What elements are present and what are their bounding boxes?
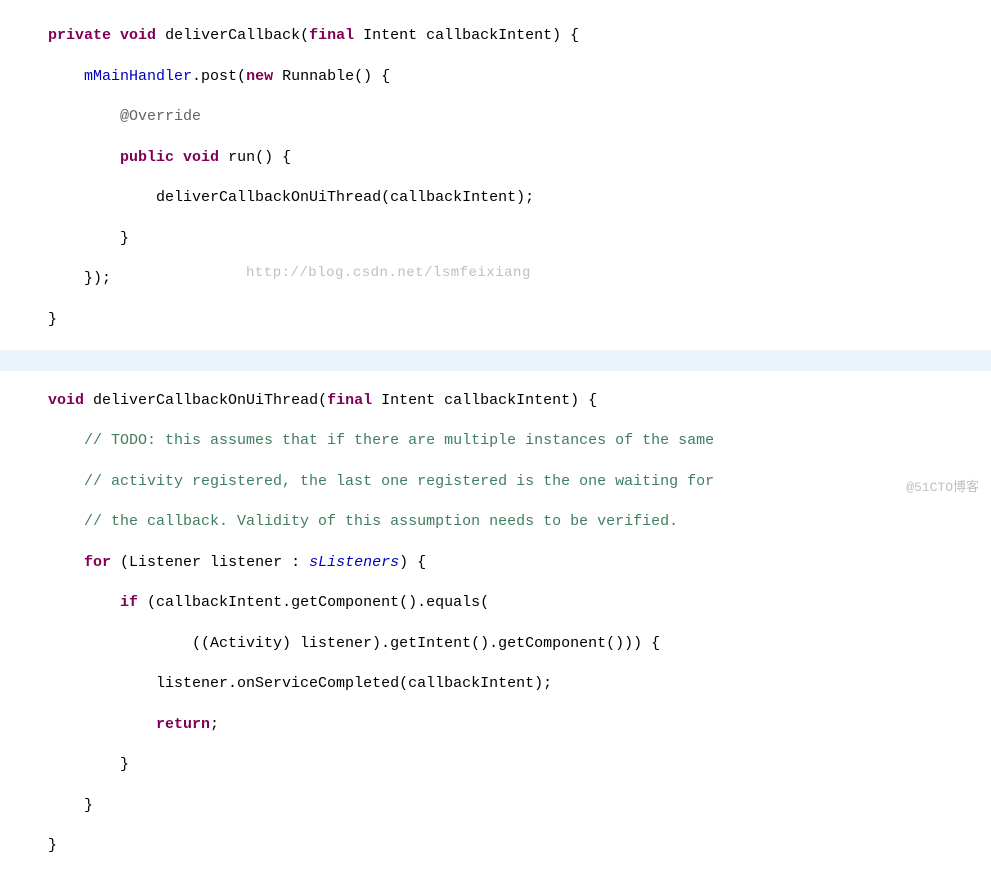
- paren: () {: [354, 68, 390, 85]
- param: callbackIntent) {: [426, 27, 579, 44]
- code-line: // TODO: this assumes that if there are …: [48, 431, 991, 451]
- code-block: void deliverCallbackOnUiThread(final Int…: [0, 371, 991, 877]
- code-line: @Override: [48, 107, 991, 127]
- brace: });: [84, 270, 111, 287]
- code-line: ((Activity) listener).getIntent().getCom…: [48, 634, 991, 654]
- code-line: void deliverCallbackOnUiThread(final Int…: [48, 391, 991, 411]
- blank-line: [48, 350, 991, 370]
- comment: // the callback. Validity of this assump…: [84, 513, 678, 530]
- highlighted-separator: [0, 350, 991, 370]
- keyword-new: new: [246, 68, 273, 85]
- stmt: listener.onServiceCompleted(callbackInte…: [156, 675, 552, 692]
- for-decl: (Listener listener :: [120, 554, 309, 571]
- brace: }: [120, 230, 129, 247]
- field: mMainHandler: [84, 68, 192, 85]
- cond: (callbackIntent.getComponent().equals(: [147, 594, 489, 611]
- code-line: }: [48, 796, 991, 816]
- brace: }: [48, 837, 57, 854]
- keyword-if: if: [120, 594, 138, 611]
- type-intent: Intent: [363, 27, 417, 44]
- code-line: listener.onServiceCompleted(callbackInte…: [48, 674, 991, 694]
- semi: ;: [210, 716, 219, 733]
- paren: ) {: [399, 554, 426, 571]
- code-line: }: [48, 755, 991, 775]
- code-line: });: [48, 269, 991, 289]
- code-line: deliverCallbackOnUiThread(callbackIntent…: [48, 188, 991, 208]
- keyword-final: final: [309, 27, 354, 44]
- method-name: deliverCallback(: [165, 27, 309, 44]
- code-line: for (Listener listener : sListeners) {: [48, 553, 991, 573]
- comment: // activity registered, the last one reg…: [84, 473, 714, 490]
- keyword-return: return: [156, 716, 210, 733]
- keyword-void: void: [183, 149, 219, 166]
- method-run: run() {: [228, 149, 291, 166]
- stmt: deliverCallbackOnUiThread(callbackIntent…: [156, 189, 534, 206]
- type-runnable: Runnable: [282, 68, 354, 85]
- code-line: // the callback. Validity of this assump…: [48, 512, 991, 532]
- call: .post(: [192, 68, 246, 85]
- keyword-final: final: [327, 392, 372, 409]
- param: callbackIntent) {: [444, 392, 597, 409]
- comment: // TODO: this assumes that if there are …: [84, 432, 714, 449]
- cond-cont: ((Activity) listener).getIntent().getCom…: [192, 635, 660, 652]
- code-line: if (callbackIntent.getComponent().equals…: [48, 593, 991, 613]
- keyword-private: private: [48, 27, 111, 44]
- code-line: return;: [48, 715, 991, 735]
- method-name: deliverCallbackOnUiThread(: [93, 392, 327, 409]
- code-line: private void deliverCallback(final Inten…: [48, 26, 991, 46]
- brace: }: [48, 311, 57, 328]
- code-line: public void run() {: [48, 148, 991, 168]
- keyword-void: void: [48, 392, 84, 409]
- static-field: sListeners: [309, 554, 399, 571]
- code-line: // activity registered, the last one reg…: [48, 472, 991, 492]
- keyword-public: public: [120, 149, 174, 166]
- keyword-void: void: [120, 27, 156, 44]
- type-intent: Intent: [381, 392, 435, 409]
- brace: }: [120, 756, 129, 773]
- code-line: }: [48, 229, 991, 249]
- code-block: private void deliverCallback(final Inten…: [0, 0, 991, 350]
- brace: }: [84, 797, 93, 814]
- keyword-for: for: [84, 554, 111, 571]
- code-line: mMainHandler.post(new Runnable() {: [48, 67, 991, 87]
- code-line: }: [48, 836, 991, 856]
- annotation: @Override: [120, 108, 201, 125]
- code-line: }: [48, 310, 991, 330]
